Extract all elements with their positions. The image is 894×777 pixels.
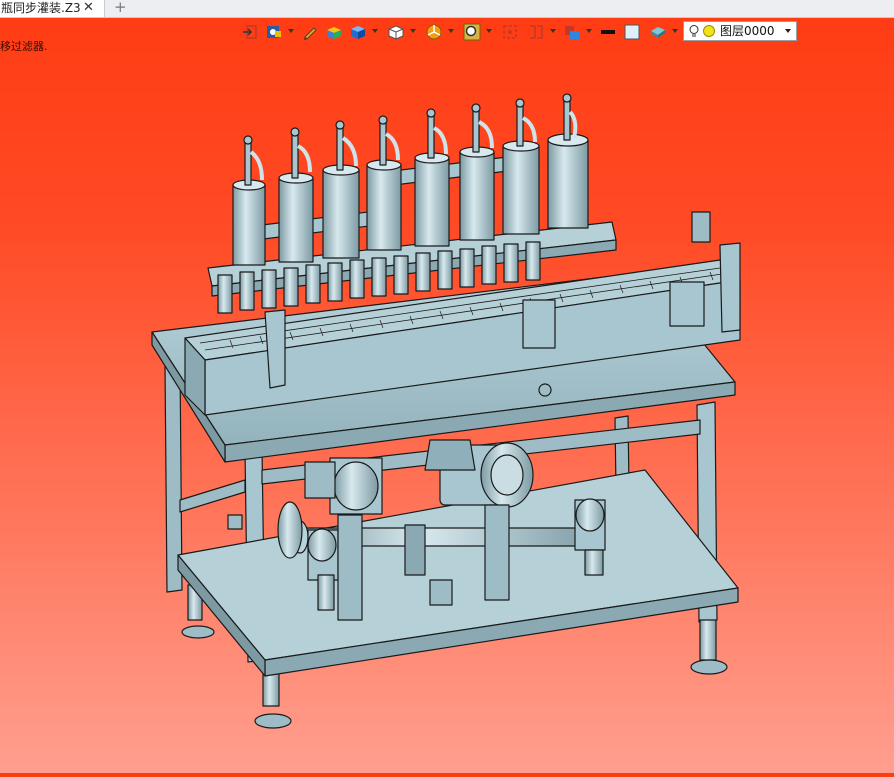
surface-icon[interactable] xyxy=(648,22,670,42)
chevron-down-icon[interactable] xyxy=(486,29,492,33)
view-style-icon[interactable] xyxy=(264,22,286,42)
layer-props-icon[interactable] xyxy=(562,22,584,42)
line-color-icon[interactable] xyxy=(598,22,620,42)
document-tab[interactable]: 瓶同步灌装.Z3 ✕ xyxy=(0,0,105,17)
add-tab-icon[interactable]: + xyxy=(114,0,127,16)
close-tab-icon[interactable]: ✕ xyxy=(83,0,94,16)
layer-select[interactable]: 图层0000 xyxy=(683,21,797,41)
chevron-down-icon[interactable] xyxy=(550,29,556,33)
insert-icon[interactable] xyxy=(240,22,262,42)
pen-icon[interactable] xyxy=(300,22,322,42)
document-tab-title: 瓶同步灌装.Z3 xyxy=(1,1,81,15)
chevron-down-icon[interactable] xyxy=(785,29,791,33)
document-tab-bar: 瓶同步灌装.Z3 ✕ + xyxy=(0,0,894,18)
blue-cube-icon[interactable] xyxy=(348,22,370,42)
section-icon[interactable] xyxy=(526,22,548,42)
wire-cube-icon[interactable] xyxy=(386,22,408,42)
model-viewport[interactable] xyxy=(0,50,894,773)
chevron-down-icon[interactable] xyxy=(672,29,678,33)
zoom-icon[interactable] xyxy=(462,22,484,42)
chevron-down-icon[interactable] xyxy=(448,29,454,33)
lightbulb-icon[interactable] xyxy=(688,24,700,44)
pie-icon[interactable] xyxy=(424,22,446,42)
color-box-icon[interactable] xyxy=(324,22,346,42)
filling-machine-model xyxy=(151,93,741,729)
chevron-down-icon[interactable] xyxy=(586,29,592,33)
chevron-down-icon[interactable] xyxy=(372,29,378,33)
clip-icon[interactable] xyxy=(500,22,522,42)
layer-select-value: 图层0000 xyxy=(720,24,775,38)
chevron-down-icon[interactable] xyxy=(288,29,294,33)
chevron-down-icon[interactable] xyxy=(410,29,416,33)
fill-color-icon[interactable] xyxy=(622,22,644,42)
layer-color-icon[interactable] xyxy=(703,25,715,37)
